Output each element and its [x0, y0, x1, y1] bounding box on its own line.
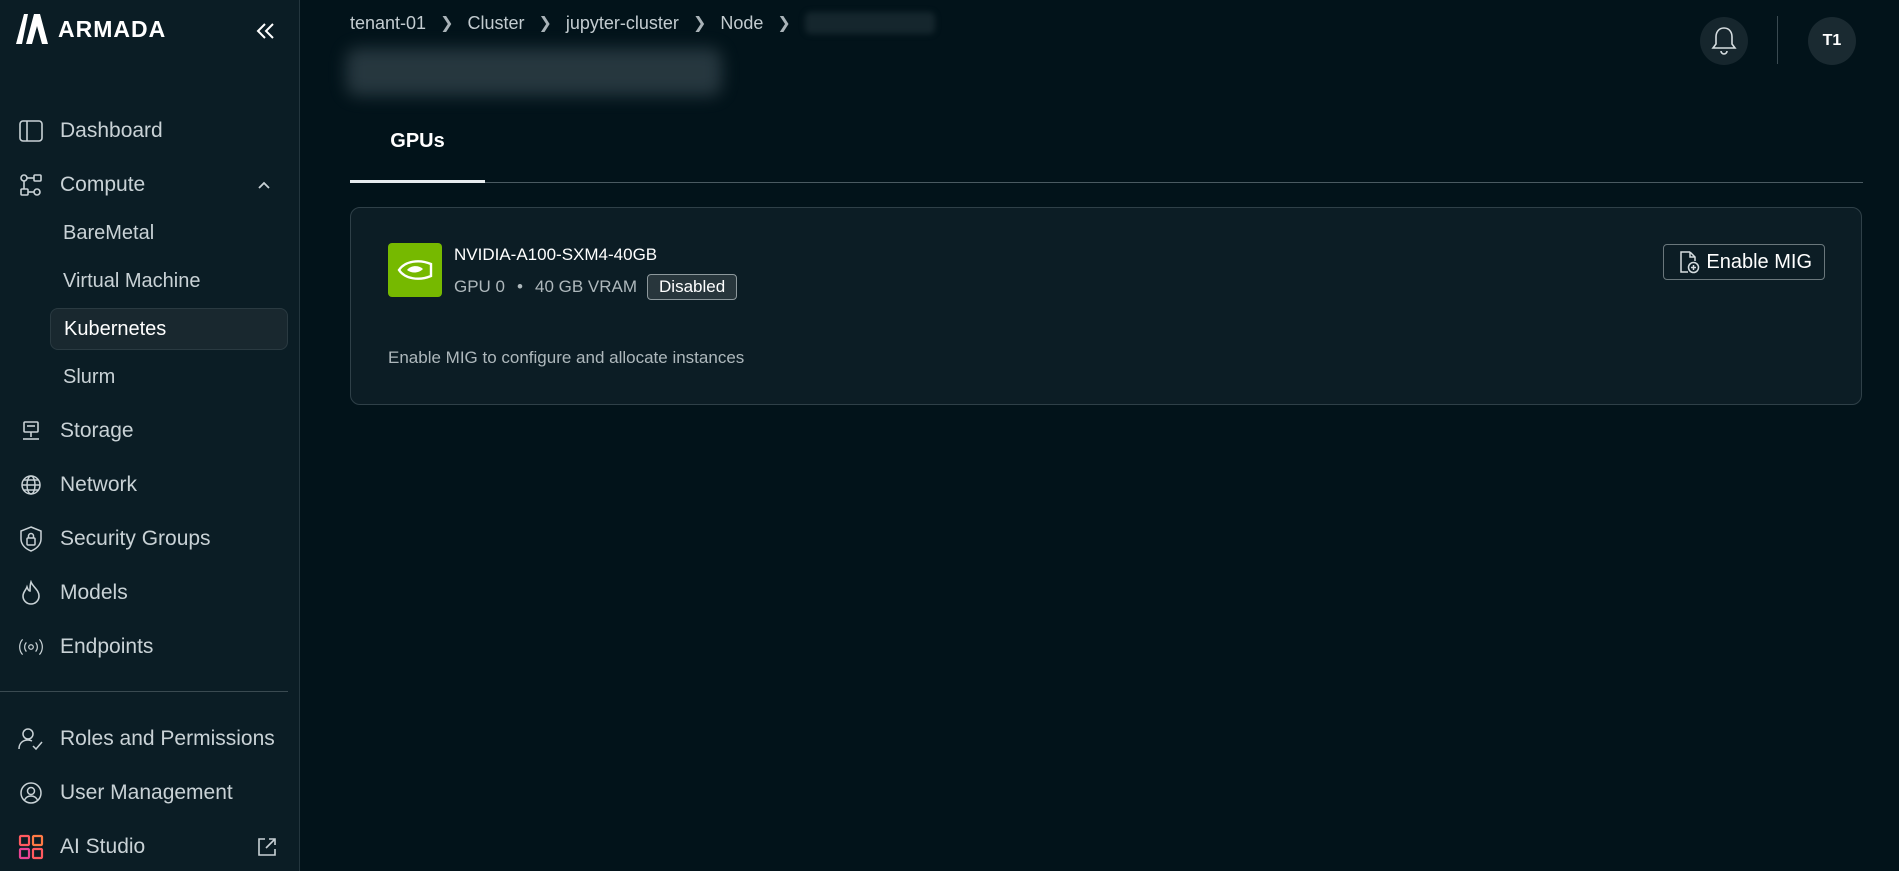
tab-gpus[interactable]: GPUs: [350, 118, 485, 183]
breadcrumb-current-redacted: [804, 12, 935, 34]
compute-nodes-icon: [18, 172, 44, 198]
flame-icon: [18, 580, 44, 606]
chevron-right-icon: ❯: [692, 15, 707, 32]
document-add-icon: [1680, 251, 1700, 274]
grid-apps-icon: [18, 834, 44, 860]
sidebar-item-label: Compute: [60, 173, 146, 196]
sidebar-divider: [0, 691, 288, 692]
sidebar-item-label: User Management: [60, 781, 233, 804]
sidebar-subitem-label: Slurm: [63, 365, 116, 388]
armada-logo-icon: [16, 14, 48, 44]
status-badge: Disabled: [647, 274, 738, 300]
tab-bar: GPUs: [350, 118, 1863, 183]
sidebar-subitem-label: Virtual Machine: [63, 269, 201, 292]
sidebar-item-user-management[interactable]: User Management: [12, 773, 288, 813]
breadcrumb-item[interactable]: Node: [720, 13, 763, 34]
chevron-right-icon: ❯: [440, 15, 454, 32]
sidebar: ARMADA Dashboard Compute BareMetal Virtu…: [0, 0, 300, 871]
sidebar-item-roles-and-permissions[interactable]: Roles and Permissions: [12, 719, 288, 759]
sidebar-item-label: Models: [60, 581, 128, 604]
nvidia-logo-icon: [388, 243, 442, 297]
avatar[interactable]: T1: [1808, 17, 1856, 65]
gpu-card: NVIDIA-A100-SXM4-40GB GPU 0 • 40 GB VRAM…: [350, 207, 1862, 405]
sidebar-item-label: Endpoints: [60, 635, 154, 658]
sidebar-item-ai-studio[interactable]: AI Studio: [12, 827, 288, 867]
sidebar-item-dashboard[interactable]: Dashboard: [12, 111, 288, 151]
chevron-up-icon: [258, 181, 270, 189]
breadcrumb-item[interactable]: Cluster: [467, 13, 524, 34]
sidebar-panel-icon: [18, 118, 44, 144]
sidebar-item-label: Network: [60, 473, 138, 496]
sidebar-subitem-baremetal[interactable]: BareMetal: [50, 213, 288, 253]
lock-shield-icon: [18, 526, 44, 552]
page-title-redacted: [346, 48, 722, 96]
mig-hint-text: Enable MIG to configure and allocate ins…: [388, 348, 745, 367]
enable-mig-button[interactable]: Enable MIG: [1663, 244, 1825, 280]
broadcast-icon: [18, 634, 44, 660]
sidebar-item-compute[interactable]: Compute: [12, 165, 288, 205]
sidebar-subitem-kubernetes[interactable]: Kubernetes: [50, 308, 288, 350]
sidebar-subitem-label: Kubernetes: [64, 317, 167, 340]
external-link-icon: [258, 838, 276, 856]
sidebar-subitem-label: BareMetal: [63, 221, 155, 244]
breadcrumb-item[interactable]: jupyter-cluster: [566, 13, 679, 34]
breadcrumb: tenant-01 ❯ Cluster ❯ jupyter-cluster ❯ …: [350, 12, 935, 34]
user-check-icon: [18, 726, 44, 752]
gpu-vram: 40 GB VRAM: [534, 277, 638, 296]
sidebar-item-label: Storage: [60, 419, 134, 442]
sidebar-item-security-groups[interactable]: Security Groups: [12, 519, 288, 559]
sidebar-item-models[interactable]: Models: [12, 573, 288, 613]
notifications-button[interactable]: [1700, 17, 1748, 65]
sidebar-subitem-slurm[interactable]: Slurm: [50, 357, 288, 397]
gpu-model-name: NVIDIA-A100-SXM4-40GB: [454, 245, 658, 264]
brand-logo[interactable]: ARMADA: [14, 12, 166, 46]
sidebar-item-label: Dashboard: [60, 119, 163, 142]
sidebar-item-storage[interactable]: Storage: [12, 411, 288, 451]
sidebar-item-label: Roles and Permissions: [60, 727, 275, 750]
chevron-right-icon: ❯: [777, 15, 791, 32]
collapse-sidebar-button[interactable]: [248, 14, 282, 48]
separator-dot: •: [517, 277, 523, 296]
globe-icon: [18, 472, 44, 498]
sidebar-item-network[interactable]: Network: [12, 465, 288, 505]
sidebar-item-endpoints[interactable]: Endpoints: [12, 627, 288, 667]
sidebar-item-label: Security Groups: [60, 527, 211, 550]
gpu-meta: GPU 0 • 40 GB VRAM Disabled: [454, 274, 738, 300]
sidebar-item-label: AI Studio: [60, 835, 146, 858]
double-chevron-left-icon: [256, 23, 274, 39]
chevron-right-icon: ❯: [538, 15, 552, 32]
sidebar-subitem-virtual-machine[interactable]: Virtual Machine: [50, 261, 288, 301]
brand-name: ARMADA: [58, 15, 167, 42]
header-divider: [1777, 16, 1778, 64]
bell-icon: [1711, 27, 1737, 55]
user-gear-icon: [18, 780, 44, 806]
gpu-index: GPU 0: [454, 277, 506, 296]
enable-mig-label: Enable MIG: [1706, 250, 1812, 273]
breadcrumb-item[interactable]: tenant-01: [350, 13, 426, 34]
storage-icon: [18, 418, 44, 444]
